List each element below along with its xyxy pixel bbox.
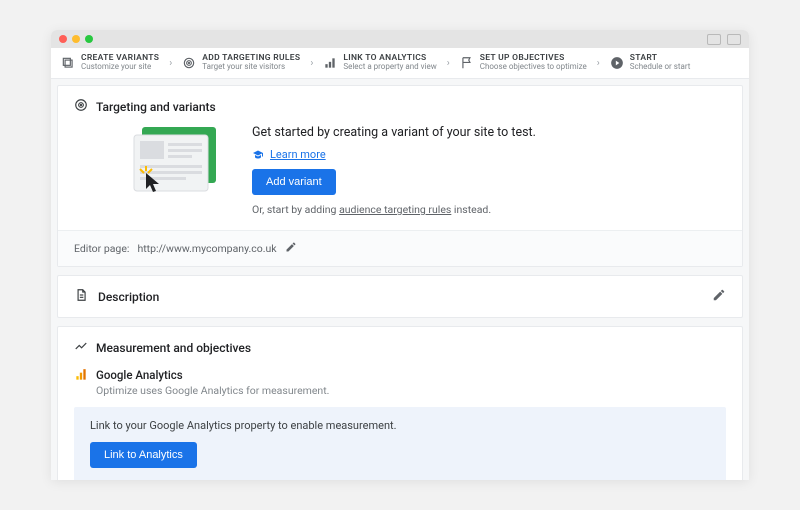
panel-icon[interactable]: [727, 34, 741, 45]
app-window: CREATE VARIANTS Customize your site › AD…: [51, 30, 749, 480]
add-variant-button[interactable]: Add variant: [252, 169, 336, 195]
ga-sub: Optimize uses Google Analytics for measu…: [96, 384, 329, 397]
description-card[interactable]: Description: [57, 275, 743, 318]
edit-url-button[interactable]: [285, 241, 297, 256]
window-close-button[interactable]: [59, 35, 67, 43]
step-set-objectives[interactable]: SET UP OBJECTIVES Choose objectives to o…: [456, 52, 591, 74]
target-icon: [74, 98, 88, 115]
ga-title: Google Analytics: [96, 368, 329, 382]
stepper: CREATE VARIANTS Customize your site › AD…: [51, 48, 749, 79]
description-title: Description: [98, 290, 159, 304]
learn-more-link[interactable]: Learn more: [270, 148, 326, 161]
chevron-right-icon: ›: [595, 58, 602, 69]
audience-rules-link[interactable]: audience targeting rules: [339, 203, 451, 216]
step-sub: Choose objectives to optimize: [480, 63, 587, 72]
trend-icon: [74, 339, 88, 356]
headline: Get started by creating a variant of you…: [252, 125, 536, 140]
chevron-right-icon: ›: [167, 58, 174, 69]
content: Targeting and variants: [51, 79, 749, 480]
window-minimize-button[interactable]: [72, 35, 80, 43]
measurement-card: Measurement and objectives Google Analyt…: [57, 326, 743, 480]
measurement-header: Measurement and objectives: [74, 339, 726, 356]
targeting-card: Targeting and variants: [57, 85, 743, 267]
titlebar: [51, 30, 749, 48]
callout-text: Link to your Google Analytics property t…: [90, 419, 710, 432]
edit-description-button[interactable]: [712, 288, 726, 305]
flag-icon: [460, 56, 474, 70]
cta-column: Get started by creating a variant of you…: [252, 125, 536, 216]
chevron-right-icon: ›: [445, 58, 452, 69]
target-icon: [182, 56, 196, 70]
chevron-right-icon: ›: [308, 58, 315, 69]
step-sub: Schedule or start: [630, 63, 691, 72]
pencil-icon: [285, 241, 297, 253]
step-add-targeting[interactable]: ADD TARGETING RULES Target your site vis…: [178, 52, 304, 74]
share-icon[interactable]: [707, 34, 721, 45]
learn-more-row: Learn more: [252, 148, 536, 161]
step-link-analytics[interactable]: LINK TO ANALYTICS Select a property and …: [319, 52, 440, 74]
graduation-icon: [252, 149, 264, 161]
document-icon: [74, 288, 88, 305]
variant-illustration: [120, 125, 228, 203]
window-maximize-button[interactable]: [85, 35, 93, 43]
step-sub: Customize your site: [81, 63, 159, 72]
section-title: Measurement and objectives: [96, 341, 251, 355]
link-analytics-callout: Link to your Google Analytics property t…: [74, 407, 726, 480]
step-sub: Select a property and view: [343, 63, 436, 72]
targeting-hint: Or, start by adding audience targeting r…: [252, 203, 536, 216]
step-sub: Target your site visitors: [202, 63, 300, 72]
editor-label: Editor page:: [74, 242, 129, 255]
editor-page-row: Editor page: http://www.mycompany.co.uk: [58, 230, 742, 266]
variants-icon: [61, 56, 75, 70]
google-analytics-icon: [74, 368, 88, 385]
play-circle-icon: [610, 56, 624, 70]
pencil-icon: [712, 288, 726, 302]
section-title: Targeting and variants: [96, 100, 216, 114]
analytics-icon: [323, 56, 337, 70]
ga-row: Google Analytics Optimize uses Google An…: [74, 368, 726, 397]
editor-url: http://www.mycompany.co.uk: [137, 242, 276, 255]
step-start[interactable]: START Schedule or start: [606, 52, 695, 74]
titlebar-right: [707, 34, 741, 45]
targeting-header: Targeting and variants: [74, 98, 726, 115]
step-create-variants[interactable]: CREATE VARIANTS Customize your site: [57, 52, 163, 74]
link-to-analytics-button[interactable]: Link to Analytics: [90, 442, 197, 468]
